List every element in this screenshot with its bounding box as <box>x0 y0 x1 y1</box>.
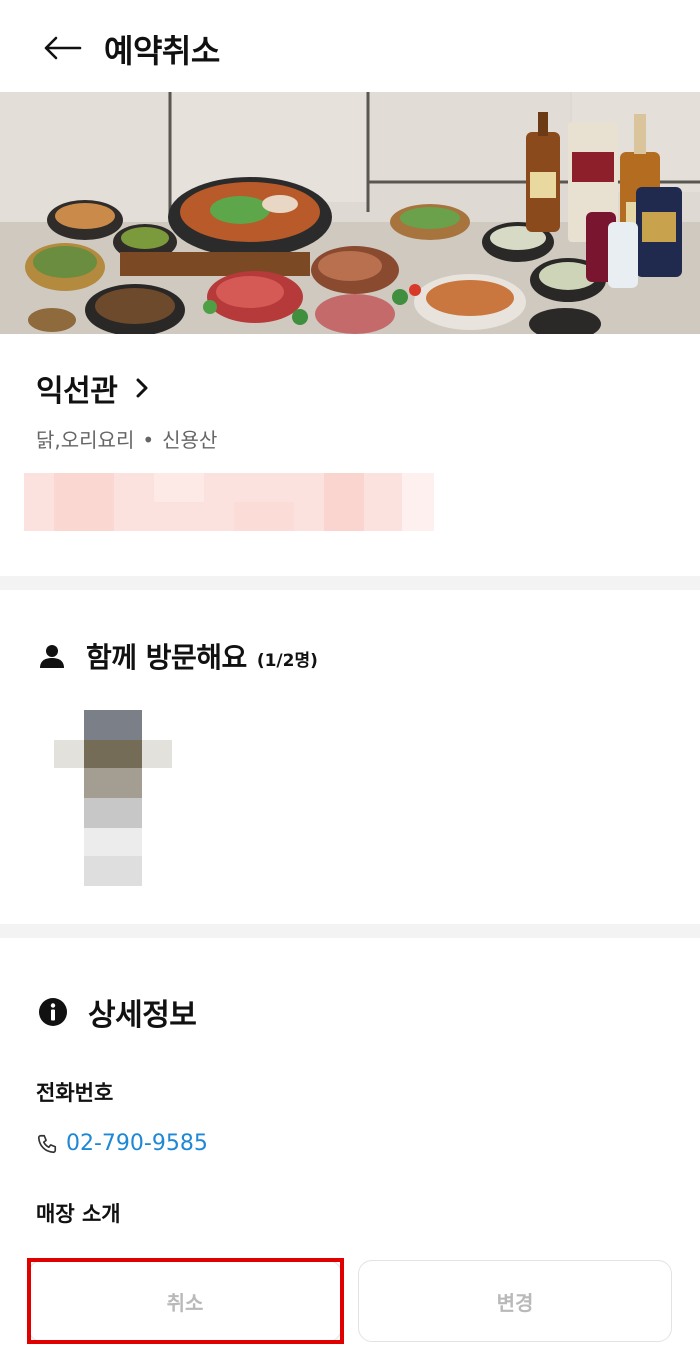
redacted-info-strip <box>24 473 434 531</box>
phone-icon <box>37 1134 57 1153</box>
phone-label: 전화번호 <box>36 1081 114 1105</box>
chevron-right-icon <box>135 377 149 399</box>
store-hero-image <box>0 92 700 334</box>
header-bar: 예약취소 <box>0 0 700 92</box>
store-meta: 닭,오리요리 • 신용산 <box>36 424 217 453</box>
companion-title: 함께 방문해요 <box>86 641 247 674</box>
arrow-left-icon <box>44 36 82 60</box>
store-intro-label: 매장 소개 <box>36 1202 121 1226</box>
meta-separator: • <box>142 428 155 452</box>
section-divider <box>0 576 700 590</box>
avatar <box>54 710 172 886</box>
detail-title: 상세정보 <box>88 998 197 1033</box>
phone-link[interactable]: 02-790-9585 <box>36 1131 208 1156</box>
person-icon <box>40 645 64 668</box>
phone-number: 02-790-9585 <box>66 1131 208 1156</box>
companion-count: (1/2명) <box>256 650 318 671</box>
store-name-link[interactable]: 익선관 <box>36 366 149 410</box>
detail-header: 상세정보 <box>38 990 197 1034</box>
companion-header: 함께 방문해요 (1/2명) <box>38 636 318 676</box>
store-category: 닭,오리요리 <box>36 428 135 452</box>
store-area: 신용산 <box>162 428 218 452</box>
info-icon <box>39 998 67 1026</box>
section-divider <box>0 924 700 938</box>
cancel-button[interactable]: 취소 <box>28 1260 342 1342</box>
change-button[interactable]: 변경 <box>358 1260 672 1342</box>
page-title: 예약취소 <box>104 32 220 70</box>
back-button[interactable] <box>40 30 84 66</box>
store-name: 익선관 <box>36 374 118 409</box>
